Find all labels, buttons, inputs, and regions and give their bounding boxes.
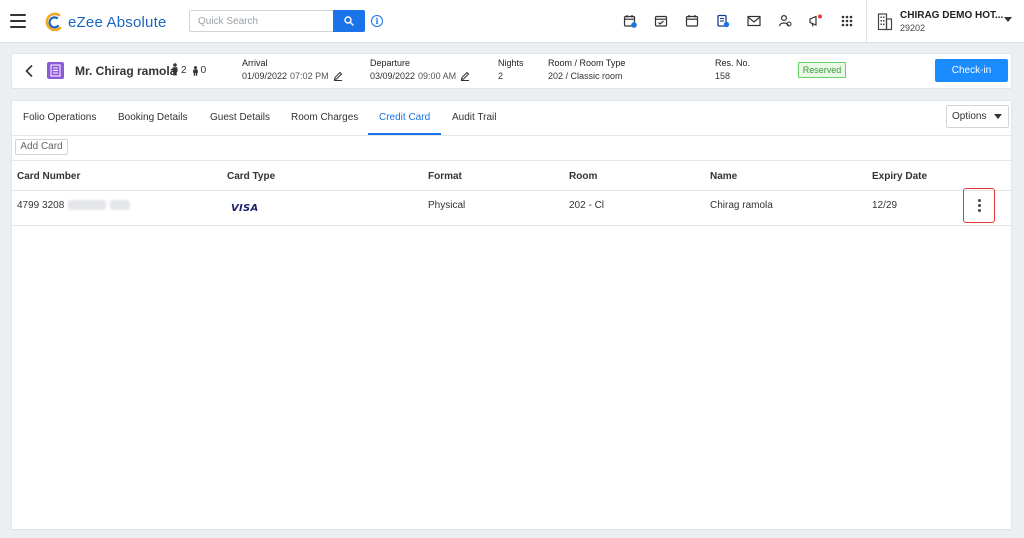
child-icon bbox=[192, 66, 198, 76]
info-icon[interactable]: i bbox=[371, 15, 383, 27]
guest-avatar bbox=[47, 62, 64, 79]
name-cell: Chirag ramola bbox=[710, 200, 773, 211]
mail-icon[interactable] bbox=[738, 10, 769, 32]
card-table-header: Card Number Card Type Format Room Name E… bbox=[12, 160, 1011, 191]
child-count: 0 bbox=[200, 65, 207, 76]
guest-name[interactable]: Mr. Chirag ramola bbox=[75, 64, 176, 78]
res-no-value: 158 bbox=[715, 71, 731, 81]
guest-card-icon bbox=[50, 64, 61, 77]
nights-label: Nights bbox=[498, 58, 524, 68]
departure-label: Departure bbox=[370, 58, 411, 68]
quick-search-input[interactable] bbox=[189, 10, 333, 32]
app-logo[interactable]: eZee Absolute bbox=[45, 11, 167, 33]
tab-audit-trail[interactable]: Audit Trail bbox=[452, 101, 496, 136]
pax-count: 2 0 bbox=[171, 63, 206, 76]
tab-guest-details[interactable]: Guest Details bbox=[210, 101, 270, 136]
ezee-logo-icon bbox=[45, 12, 65, 32]
chevron-down-icon bbox=[1004, 17, 1012, 22]
col-room: Room bbox=[569, 171, 598, 182]
hotel-selector[interactable]: CHIRAG DEMO HOT... 29202 bbox=[866, 0, 1024, 43]
col-card-type: Card Type bbox=[227, 171, 276, 182]
col-expiry-date: Expiry Date bbox=[872, 171, 928, 182]
departure-time: 09:00 AM bbox=[418, 71, 457, 81]
announcement-icon[interactable] bbox=[800, 10, 831, 32]
arrival-date: 01/09/2022 bbox=[242, 71, 288, 81]
room-type-value: 202 / Classic room bbox=[548, 71, 623, 81]
calendar-badge-icon[interactable] bbox=[614, 10, 645, 32]
expiry-cell: 12/29 bbox=[872, 200, 898, 211]
app-logo-text: eZee Absolute bbox=[68, 13, 167, 31]
col-name: Name bbox=[710, 171, 738, 182]
adult-count: 2 bbox=[181, 65, 187, 76]
hamburger-menu-icon[interactable] bbox=[10, 14, 26, 28]
room-cell: 202 - Cl bbox=[569, 200, 605, 211]
room-type-label: Room / Room Type bbox=[548, 58, 626, 68]
credit-card-panel: Folio Operations Booking Details Guest D… bbox=[11, 100, 1012, 530]
status-badge: Reserved bbox=[798, 62, 846, 78]
check-in-button[interactable]: Check-in bbox=[935, 59, 1008, 82]
calendar-check-icon[interactable] bbox=[645, 10, 676, 32]
departure-date: 03/09/2022 bbox=[370, 71, 416, 81]
tab-credit-card[interactable]: Credit Card bbox=[379, 101, 430, 136]
back-arrow-icon[interactable] bbox=[24, 64, 34, 78]
options-dropdown[interactable]: Options bbox=[946, 105, 1009, 128]
edit-departure-pencil-icon[interactable] bbox=[460, 71, 470, 81]
row-actions-kebab-icon[interactable] bbox=[963, 188, 995, 223]
topbar-icon-group bbox=[614, 10, 862, 32]
add-card-button[interactable]: Add Card bbox=[15, 139, 68, 155]
format-cell: Physical bbox=[428, 200, 466, 211]
reservation-summary-card: Mr. Chirag ramola 2 0 Arrival 01/09/2022… bbox=[11, 53, 1012, 89]
tab-booking-details[interactable]: Booking Details bbox=[118, 101, 187, 136]
building-icon bbox=[877, 13, 893, 31]
edit-arrival-pencil-icon[interactable] bbox=[333, 71, 343, 81]
card-number: 4799 3208 bbox=[17, 200, 65, 211]
search-button[interactable] bbox=[333, 10, 365, 32]
arrival-value: 01/09/2022 07:02 PM bbox=[242, 71, 343, 81]
search-icon bbox=[344, 16, 354, 26]
top-navigation-bar: eZee Absolute i CHIRAG DE bbox=[0, 0, 1024, 43]
active-tab-indicator bbox=[368, 133, 441, 135]
hotel-code: 29202 bbox=[900, 23, 926, 33]
calendar-icon[interactable] bbox=[676, 10, 707, 32]
options-label: Options bbox=[952, 111, 987, 122]
tab-room-charges[interactable]: Room Charges bbox=[291, 101, 358, 136]
col-format: Format bbox=[428, 171, 462, 182]
housekeeping-icon[interactable] bbox=[769, 10, 800, 32]
visa-logo-icon: VISA bbox=[231, 203, 259, 214]
tab-folio-operations[interactable]: Folio Operations bbox=[23, 101, 96, 136]
departure-value: 03/09/2022 09:00 AM bbox=[370, 71, 470, 81]
card-number-cell: 4799 3208 bbox=[17, 200, 131, 211]
apps-grid-icon[interactable] bbox=[831, 10, 862, 32]
arrival-time: 07:02 PM bbox=[290, 71, 329, 81]
nights-value: 2 bbox=[498, 71, 504, 81]
masked-digits bbox=[68, 200, 107, 211]
res-no-label: Res. No. bbox=[715, 58, 751, 68]
document-billing-icon[interactable] bbox=[707, 10, 738, 32]
table-row[interactable]: 4799 3208 VISA Physical 202 - Cl Chirag … bbox=[12, 188, 1011, 226]
reservation-tabs: Folio Operations Booking Details Guest D… bbox=[12, 101, 1011, 136]
adult-icon bbox=[172, 63, 178, 76]
caret-down-icon bbox=[994, 114, 1002, 119]
col-card-number: Card Number bbox=[17, 171, 81, 182]
arrival-label: Arrival bbox=[242, 58, 268, 68]
masked-digits bbox=[110, 200, 131, 211]
hotel-name: CHIRAG DEMO HOT... bbox=[900, 10, 1004, 21]
